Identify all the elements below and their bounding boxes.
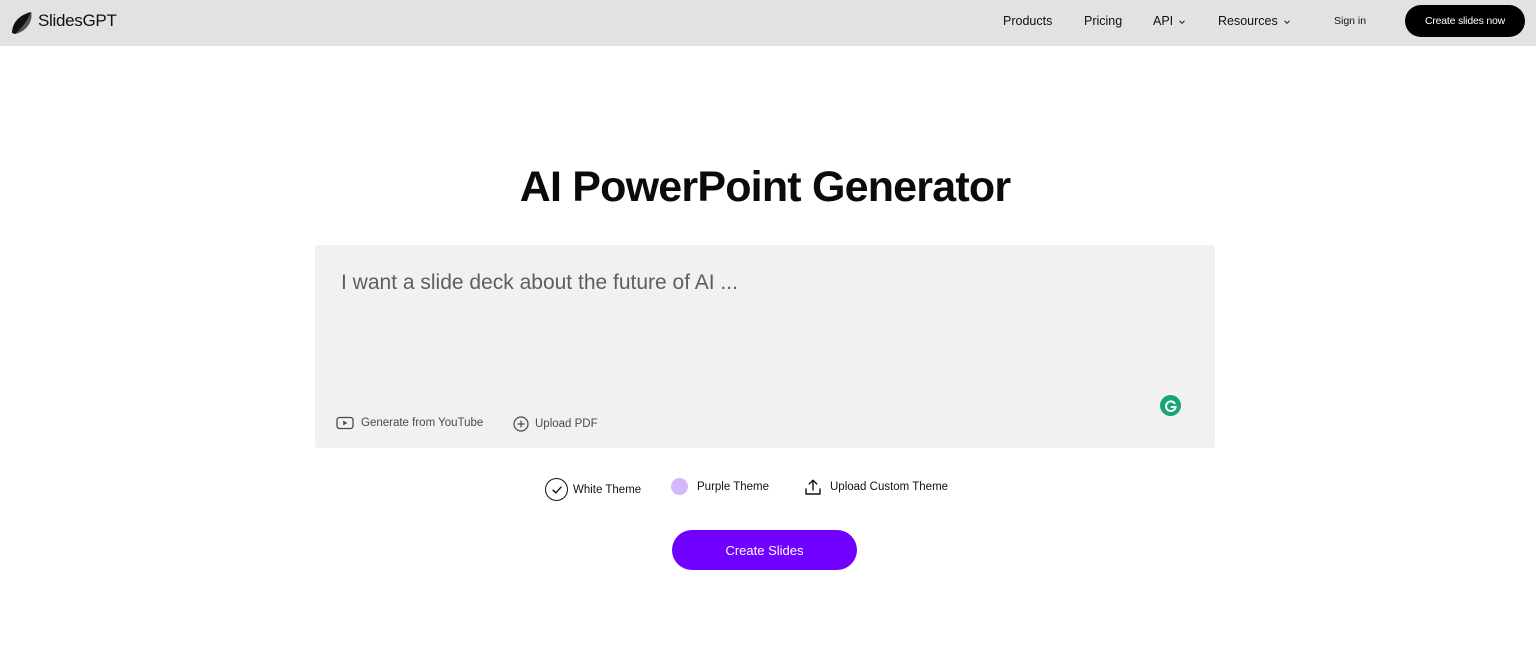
upload-pdf-label: Upload PDF bbox=[535, 418, 598, 430]
theme-option-purple[interactable]: Purple Theme bbox=[671, 478, 769, 495]
purple-theme-label: Purple Theme bbox=[697, 480, 770, 493]
brand-name: SlidesGPT bbox=[38, 11, 117, 30]
generate-from-youtube-label: Generate from YouTube bbox=[361, 417, 484, 429]
create-slides-now-button[interactable]: Create slides now bbox=[1405, 5, 1525, 37]
nav-pricing[interactable]: Pricing bbox=[1084, 14, 1122, 28]
nav-resources-dropdown[interactable]: Resources bbox=[1218, 14, 1291, 28]
prompt-input[interactable] bbox=[341, 271, 1161, 391]
purple-swatch-icon bbox=[671, 478, 688, 495]
generate-from-youtube-button[interactable]: Generate from YouTube bbox=[336, 416, 483, 430]
nav-api-dropdown[interactable]: API bbox=[1153, 14, 1186, 28]
check-circle-icon bbox=[545, 478, 568, 501]
brand-logo-link[interactable]: SlidesGPT bbox=[10, 6, 117, 36]
nav-pricing-label: Pricing bbox=[1084, 14, 1123, 28]
sign-in-link[interactable]: Sign in bbox=[1334, 15, 1366, 27]
slidesgpt-logo-icon bbox=[12, 12, 32, 34]
nav-products[interactable]: Products bbox=[1003, 14, 1052, 28]
chevron-down-icon bbox=[1283, 19, 1290, 24]
grammarly-g-glyph bbox=[1164, 399, 1177, 412]
upload-custom-theme-label: Upload Custom Theme bbox=[830, 481, 949, 493]
nav-resources-label: Resources bbox=[1218, 14, 1278, 28]
grammarly-icon[interactable] bbox=[1160, 395, 1181, 416]
theme-option-white[interactable]: White Theme bbox=[545, 478, 641, 501]
plus-circle-icon bbox=[513, 416, 529, 432]
upload-pdf-button[interactable]: Upload PDF bbox=[513, 416, 598, 432]
white-theme-label: White Theme bbox=[573, 483, 642, 496]
nav-api-label: API bbox=[1153, 14, 1174, 28]
nav-products-label: Products bbox=[1003, 14, 1053, 28]
youtube-play-icon bbox=[336, 416, 354, 430]
chevron-down-icon bbox=[1179, 19, 1186, 24]
upload-icon bbox=[805, 479, 821, 495]
page-title: AI PowerPoint Generator bbox=[519, 163, 1011, 211]
upload-custom-theme-button[interactable]: Upload Custom Theme bbox=[804, 478, 948, 496]
top-navbar: SlidesGPT Products Pricing API Resources… bbox=[0, 0, 1536, 46]
create-slides-button[interactable]: Create Slides bbox=[672, 530, 857, 570]
prompt-box: Generate from YouTube Upload PDF bbox=[315, 245, 1215, 448]
